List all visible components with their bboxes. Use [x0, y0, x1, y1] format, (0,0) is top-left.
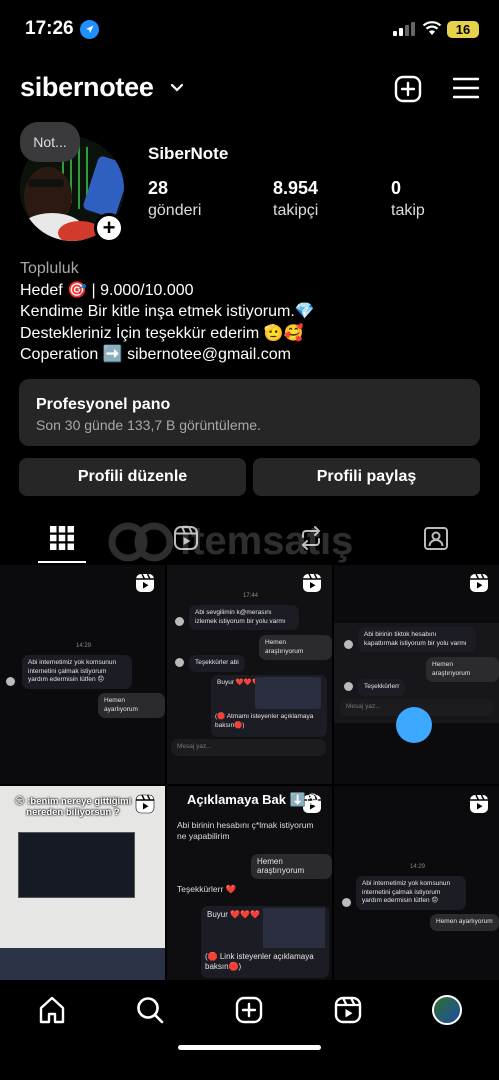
profile-bio: Topluluk Hedef 🎯 | 9.000/10.000 Kendime … [20, 258, 480, 366]
tagged-person-icon [424, 527, 448, 550]
chat-reply: Hemen araştırıyorum [426, 657, 499, 682]
wifi-icon [422, 20, 442, 41]
chat-media-caption: (🛑 Atmamı isteyenler açıklamaya baksın🛑) [215, 713, 314, 729]
watermark-text: itemsatış [180, 519, 354, 563]
chat-media-message: Buyur ❤️❤️❤️ (🛑 Atmamı isteyenler açıkla… [211, 675, 327, 737]
chat-message: Abi birinin hesabını ç*lmak istiyorum ne… [177, 820, 314, 841]
chat-input: Mesaj yaz... [171, 739, 326, 756]
bio-category: Topluluk [20, 260, 79, 277]
status-bar: 17:26 16 [0, 0, 499, 58]
home-indicator [178, 1045, 321, 1050]
stat-value: 0 [391, 178, 402, 198]
create-post-icon[interactable] [394, 75, 422, 108]
chat-message: Abi internetimiz yok komsunun internetin… [22, 655, 132, 689]
chat-message: Abi sevgilimin k@merasını izlemek istiyo… [189, 605, 299, 630]
reel-indicator-icon [135, 794, 155, 819]
battery-indicator: 16 [447, 21, 479, 38]
stat-label: takip [391, 202, 425, 219]
chat-avatar [344, 640, 353, 649]
reel-indicator-icon [302, 573, 322, 598]
watermark: itemsatış [100, 518, 400, 564]
location-arrow-icon [80, 20, 99, 39]
stat-value: 8.954 [273, 178, 319, 198]
chat-avatar [342, 898, 351, 907]
post-thumbnail[interactable]: 17:44 Abi sevgilimin k@merasını izlemek … [167, 565, 332, 784]
search-icon [137, 997, 164, 1024]
chat-timestamp: 14:29 [76, 643, 92, 649]
note-bubble[interactable]: Not... [20, 122, 80, 162]
post-thumbnail[interactable]: Abi birinin tiktok hesabını kapattırmak … [334, 565, 499, 784]
chat-message: Abi birinin tiktok hesabını kapattırmak … [358, 627, 476, 652]
stat-label: gönderi [148, 202, 202, 219]
video-caption: 😏 :benim nereye gittiğimi nereden biliyo… [14, 796, 132, 818]
chat-media-caption: Buyur ❤️❤️❤️ [207, 910, 261, 919]
chat-message: Teşekkürlerr ❤️ [177, 884, 237, 894]
chat-media-message: Buyur ❤️❤️❤️ (🛑 Link isteyenler açıklama… [201, 906, 329, 978]
laptop-screen [18, 832, 135, 898]
nav-profile[interactable] [431, 994, 463, 1026]
add-story-plus-icon[interactable]: + [94, 213, 124, 243]
reel-indicator-icon [469, 794, 489, 819]
edit-profile-button[interactable]: Profili düzenle [19, 458, 246, 496]
post-thumbnail[interactable]: 14:29 Abi internetimiz yok komsunun inte… [334, 786, 499, 980]
chat-media-caption: (🛑 Link isteyenler açıklamaya baksın🛑) [205, 952, 314, 971]
chat-reply: Hemen araştırıyorum [259, 635, 332, 660]
status-time: 17:26 [25, 18, 74, 39]
post-thumbnail[interactable]: 14:29 Abi internetimiz yok komsunun inte… [0, 565, 165, 784]
profile-avatar-small [432, 995, 462, 1025]
pro-dashboard-title: Profesyonel pano [36, 396, 171, 413]
chat-media-caption: Buyur ❤️❤️❤️ [217, 679, 261, 686]
bio-line: Hedef 🎯 | 9.000/10.000 [20, 281, 194, 299]
chevron-down-icon[interactable] [170, 80, 184, 98]
chat-reply: Hemen ayarlıyorum [430, 914, 499, 931]
hamburger-menu-icon[interactable] [452, 77, 480, 104]
bio-line: Kendime Bir kitle inşa etmek istiyorum.💎 [20, 303, 315, 320]
stat-label: takipçi [273, 202, 319, 219]
posts-count-stat[interactable]: 28 gönderi [148, 178, 201, 220]
nav-search[interactable] [134, 994, 166, 1026]
chat-avatar [344, 682, 353, 691]
reels-icon [334, 996, 362, 1024]
reel-indicator-icon [469, 573, 489, 598]
chat-reply: Hemen araştırıyorum [251, 854, 332, 879]
active-tab-indicator [38, 561, 86, 563]
nav-home[interactable] [36, 994, 68, 1026]
professional-dashboard-card[interactable]: Profesyonel pano Son 30 günde 133,7 B gö… [19, 379, 480, 446]
chat-reply: Hemen ayarlıyorum [98, 693, 165, 718]
reel-indicator-icon [135, 573, 155, 598]
stat-value: 28 [148, 178, 169, 198]
chat-message: Teşekkürler abi [189, 655, 245, 672]
video-title: Açıklamaya Bak ⬇️😘 [187, 792, 320, 807]
chat-avatar [6, 677, 15, 686]
following-count-stat[interactable]: 0 takip [391, 178, 425, 220]
nav-reels[interactable] [332, 994, 364, 1026]
bio-line: Coperation ➡️ sibernotee@gmail.com [20, 346, 291, 363]
chat-avatar [175, 658, 184, 667]
post-thumbnail[interactable]: Açıklamaya Bak ⬇️😘 Abi birinin hesabını … [167, 786, 332, 980]
chat-message: Teşekkürlerr [358, 679, 406, 696]
profile-header: sibernotee [0, 70, 499, 110]
cold-face-emoji-icon [396, 707, 432, 743]
post-thumbnail[interactable]: 😏 :benim nereye gittiğimi nereden biliyo… [0, 786, 165, 980]
home-icon [39, 996, 65, 1024]
nav-create[interactable] [233, 994, 265, 1026]
pro-dashboard-subtitle: Son 30 günde 133,7 B görüntüleme. [36, 417, 261, 433]
grid-icon [50, 526, 74, 550]
chat-timestamp: 14:29 [410, 864, 426, 870]
bio-line: Destekleriniz İçin teşekkür ederim 🫡🥰 [20, 324, 304, 342]
display-name: SiberNote [148, 144, 229, 163]
cellular-signal-icon [393, 22, 415, 36]
posts-grid: 14:29 Abi internetimiz yok komsunun inte… [0, 565, 499, 980]
followers-count-stat[interactable]: 8.954 takipçi [273, 178, 318, 220]
chat-timestamp: 17:44 [243, 593, 259, 599]
bottom-navigation [0, 980, 499, 1080]
chat-avatar [175, 617, 184, 626]
chat-message: Abi internetimiz yok komsunun internetin… [356, 876, 466, 910]
account-switcher-username[interactable]: sibernotee [20, 72, 154, 103]
create-post-icon [235, 996, 263, 1024]
share-profile-button[interactable]: Profili paylaş [253, 458, 480, 496]
